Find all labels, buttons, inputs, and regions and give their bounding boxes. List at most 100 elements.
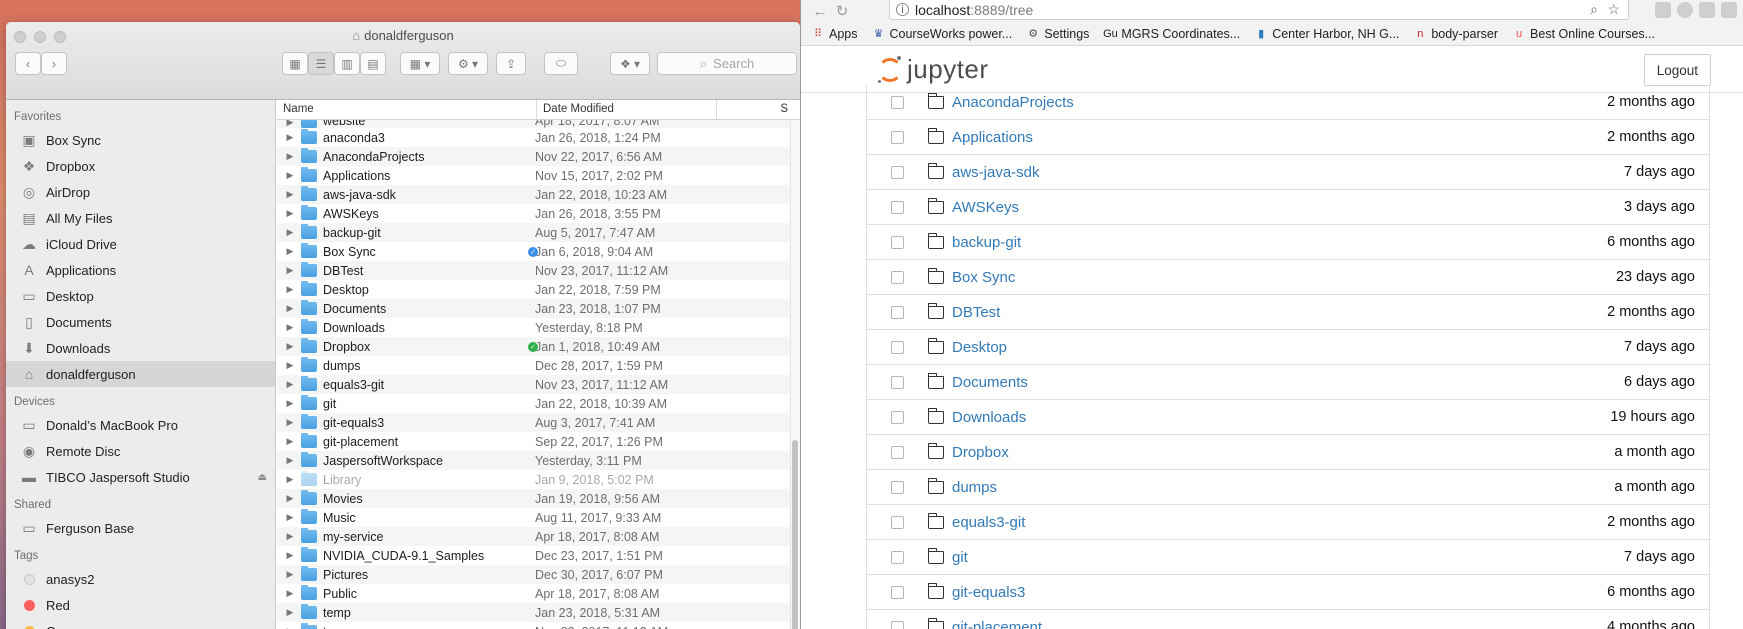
disclosure-triangle-icon[interactable]: ▶ — [281, 341, 299, 352]
file-row[interactable]: ▶ Pictures Dec 30, 2017, 6:07 PM — [277, 565, 790, 584]
file-row[interactable]: ▶ Applications Nov 15, 2017, 2:02 PM — [277, 166, 790, 185]
icon-view-button[interactable]: ▦ — [282, 52, 308, 75]
item-checkbox[interactable] — [891, 130, 904, 144]
list-view-button[interactable]: ☰ — [308, 52, 334, 75]
item-link[interactable]: Dropbox — [952, 444, 1009, 461]
item-link[interactable]: Documents — [952, 374, 1028, 391]
item-checkbox[interactable] — [891, 515, 904, 529]
item-link[interactable]: git — [952, 549, 968, 566]
bookmark-courseworks-power[interactable]: ♛ CourseWorks power... — [872, 27, 1013, 41]
disclosure-triangle-icon[interactable]: ▶ — [281, 265, 299, 276]
sidebar-tag[interactable]: Orange — [6, 618, 275, 629]
sidebar-item-desktop[interactable]: ▭ Desktop — [6, 283, 275, 309]
disclosure-triangle-icon[interactable]: ▶ — [281, 227, 299, 238]
back-arrow-icon[interactable]: ← — [809, 3, 831, 20]
item-link[interactable]: AWSKeys — [952, 199, 1019, 216]
extension-icon[interactable] — [1677, 2, 1693, 18]
item-checkbox[interactable] — [891, 445, 904, 459]
disclosure-triangle-icon[interactable]: ▶ — [281, 512, 299, 523]
item-link[interactable]: Downloads — [952, 409, 1026, 426]
disclosure-triangle-icon[interactable]: ▶ — [281, 436, 299, 447]
file-row[interactable]: ▶ git Jan 22, 2018, 10:39 AM — [277, 394, 790, 413]
item-checkbox[interactable] — [891, 410, 904, 424]
share-button[interactable]: ⇪ — [496, 52, 526, 75]
extension-icon[interactable] — [1655, 2, 1671, 18]
item-checkbox[interactable] — [891, 270, 904, 284]
disclosure-triangle-icon[interactable]: ▶ — [281, 531, 299, 542]
file-row[interactable]: ▶ Box Sync Jan 6, 2018, 9:04 AM ✓ — [277, 242, 790, 261]
file-row[interactable]: ▶ temp Jan 23, 2018, 5:31 AM — [277, 603, 790, 622]
disclosure-triangle-icon[interactable]: ▶ — [281, 607, 299, 618]
extension-icon[interactable] — [1721, 2, 1737, 18]
sidebar-item-box-sync[interactable]: ▣ Box Sync — [6, 127, 275, 153]
item-checkbox[interactable] — [891, 235, 904, 249]
file-row[interactable]: ▶ AnacondaProjects Nov 22, 2017, 6:56 AM — [277, 147, 790, 166]
bookmark-settings[interactable]: ⚙ Settings — [1026, 27, 1089, 41]
date-column-header[interactable]: Date Modified — [537, 100, 717, 119]
disclosure-triangle-icon[interactable]: ▶ — [281, 189, 299, 200]
sidebar-tag[interactable]: anasys2 — [6, 566, 275, 592]
action-gear-button[interactable]: ⚙ ▾ — [448, 52, 488, 75]
item-link[interactable]: equals3-git — [952, 514, 1025, 531]
file-row[interactable]: ▶ Movies Jan 19, 2018, 9:56 AM — [277, 489, 790, 508]
disclosure-triangle-icon[interactable]: ▶ — [281, 151, 299, 162]
file-row[interactable]: ▶ anaconda3 Jan 26, 2018, 1:24 PM — [277, 128, 790, 147]
back-button[interactable]: ‹ — [15, 52, 41, 75]
item-checkbox[interactable] — [891, 165, 904, 179]
reload-icon[interactable]: ↻ — [831, 2, 853, 20]
bookmark-best-online-courses[interactable]: u Best Online Courses... — [1512, 27, 1655, 41]
scrollbar-thumb[interactable] — [792, 440, 798, 629]
name-column-header[interactable]: Name — [277, 100, 537, 119]
tags-button[interactable]: ⬭ — [544, 52, 578, 75]
disclosure-triangle-icon[interactable]: ▶ — [281, 322, 299, 333]
file-row[interactable]: ▶ AWSKeys Jan 26, 2018, 3:55 PM — [277, 204, 790, 223]
disclosure-triangle-icon[interactable]: ▶ — [281, 284, 299, 295]
item-link[interactable]: aws-java-sdk — [952, 164, 1040, 181]
item-link[interactable]: git-placement — [952, 619, 1042, 629]
disclosure-triangle-icon[interactable]: ▶ — [281, 588, 299, 599]
item-checkbox[interactable] — [891, 200, 904, 214]
zoom-icon[interactable]: ⌕ — [1590, 1, 1598, 18]
file-row[interactable]: ▶ website Apr 18, 2017, 8:07 AM — [277, 120, 790, 128]
jupyter-logo[interactable]: jupyter — [877, 54, 989, 85]
item-link[interactable]: Desktop — [952, 339, 1007, 356]
bookmark-center-harbor-nh-g[interactable]: ▮ Center Harbor, NH G... — [1254, 27, 1399, 41]
item-checkbox[interactable] — [891, 375, 904, 389]
item-link[interactable]: AnacondaProjects — [952, 94, 1074, 111]
sidebar-item-device[interactable]: ▬ TIBCO Jaspersoft Studio ⏏ — [6, 464, 275, 490]
disclosure-triangle-icon[interactable]: ▶ — [281, 550, 299, 561]
item-link[interactable]: DBTest — [952, 304, 1000, 321]
disclosure-triangle-icon[interactable]: ▶ — [281, 208, 299, 219]
dropbox-menu-button[interactable]: ❖ ▾ — [610, 52, 650, 75]
arrange-menu-button[interactable]: ▦ ▾ — [400, 52, 440, 75]
sidebar-item-airdrop[interactable]: ◎ AirDrop — [6, 179, 275, 205]
file-row[interactable]: ▶ JaspersoftWorkspace Yesterday, 3:11 PM — [277, 451, 790, 470]
item-link[interactable]: dumps — [952, 479, 997, 496]
sidebar-item-downloads[interactable]: ⬇ Downloads — [6, 335, 275, 361]
disclosure-triangle-icon[interactable]: ▶ — [281, 398, 299, 409]
bookmark-apps[interactable]: ⠿ Apps — [811, 27, 858, 41]
file-row[interactable]: ▶ git-placement Sep 22, 2017, 1:26 PM — [277, 432, 790, 451]
file-row[interactable]: ▶ DBTest Nov 23, 2017, 11:12 AM — [277, 261, 790, 280]
disclosure-triangle-icon[interactable]: ▶ — [281, 303, 299, 314]
bookmark-mgrs-coordinates[interactable]: Gu MGRS Coordinates... — [1103, 27, 1240, 41]
column-view-button[interactable]: ▥ — [334, 52, 360, 75]
sidebar-item-icloud-drive[interactable]: ☁ iCloud Drive — [6, 231, 275, 257]
disclosure-triangle-icon[interactable]: ▶ — [281, 379, 299, 390]
sidebar-item-all-my-files[interactable]: ▤ All My Files — [6, 205, 275, 231]
file-row[interactable]: ▶ Desktop Jan 22, 2018, 7:59 PM — [277, 280, 790, 299]
item-checkbox[interactable] — [891, 480, 904, 494]
item-link[interactable]: Box Sync — [952, 269, 1015, 286]
sidebar-item-documents[interactable]: ▯ Documents — [6, 309, 275, 335]
file-row[interactable]: ▶ backup-git Aug 5, 2017, 7:47 AM — [277, 223, 790, 242]
disclosure-triangle-icon[interactable]: ▶ — [281, 170, 299, 181]
extension-icon[interactable] — [1699, 2, 1715, 18]
disclosure-triangle-icon[interactable]: ▶ — [281, 455, 299, 466]
item-checkbox[interactable] — [891, 620, 904, 629]
disclosure-triangle-icon[interactable]: ▶ — [281, 493, 299, 504]
file-row[interactable]: ▶ equals3-git Nov 23, 2017, 11:12 AM — [277, 375, 790, 394]
file-row[interactable]: ▶ Library Jan 9, 2018, 5:02 PM — [277, 470, 790, 489]
disclosure-triangle-icon[interactable]: ▶ — [281, 417, 299, 428]
sidebar-item-shared[interactable]: ▭ Ferguson Base — [6, 515, 275, 541]
size-column-header[interactable]: S — [717, 100, 794, 119]
